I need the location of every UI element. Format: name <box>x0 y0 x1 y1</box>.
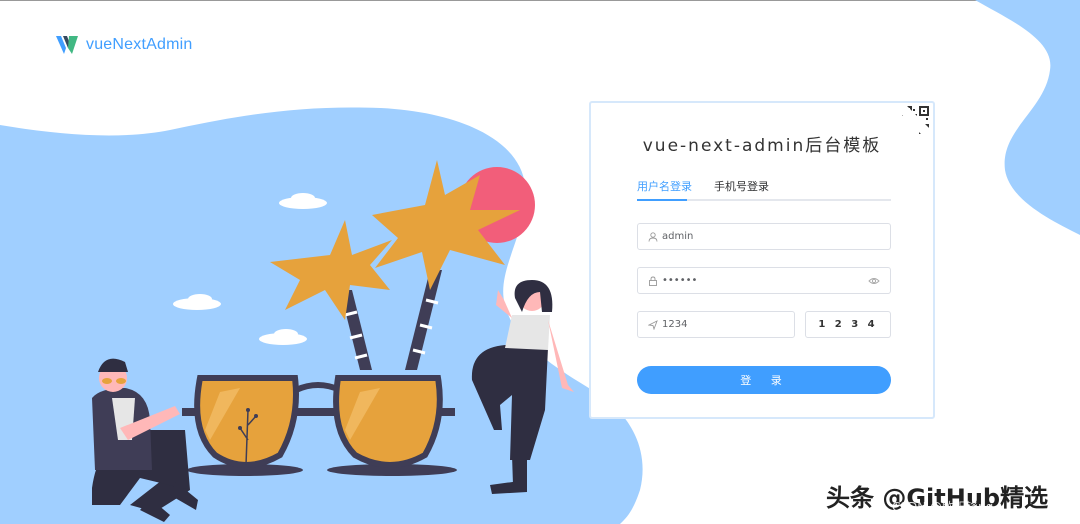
login-tabs: 用户名登录 手机号登录 <box>637 178 891 201</box>
cloud <box>291 193 315 203</box>
brand: vueNextAdmin <box>56 36 192 54</box>
brand-title: vueNextAdmin <box>86 36 193 53</box>
csdn-watermark: CSDN @欧阳锋ng <box>892 500 994 514</box>
code-input[interactable] <box>662 319 794 330</box>
username-field <box>637 223 891 250</box>
tab-username-login[interactable]: 用户名登录 <box>637 178 692 194</box>
eye-icon[interactable] <box>868 276 880 286</box>
lock-icon <box>649 276 657 286</box>
tab-phone-login[interactable]: 手机号登录 <box>714 178 769 194</box>
captcha-button[interactable]: 1 2 3 4 <box>805 311 891 338</box>
login-title: vue-next-admin后台模板 <box>642 136 882 156</box>
send-icon <box>648 319 658 330</box>
top-right-blob <box>975 0 1080 235</box>
login-button[interactable]: 登 录 <box>637 366 891 394</box>
cloud <box>188 294 212 304</box>
username-input[interactable] <box>662 231 890 242</box>
code-field <box>637 311 795 338</box>
active-tab-indicator <box>637 199 687 201</box>
cloud <box>274 329 298 339</box>
user-icon <box>648 231 658 242</box>
password-field <box>637 267 891 294</box>
login-card: vue-next-admin后台模板 用户名登录 手机号登录 1 2 3 4 登… <box>589 101 935 419</box>
password-input[interactable] <box>662 275 868 286</box>
vue-admin-logo-icon <box>56 36 78 54</box>
